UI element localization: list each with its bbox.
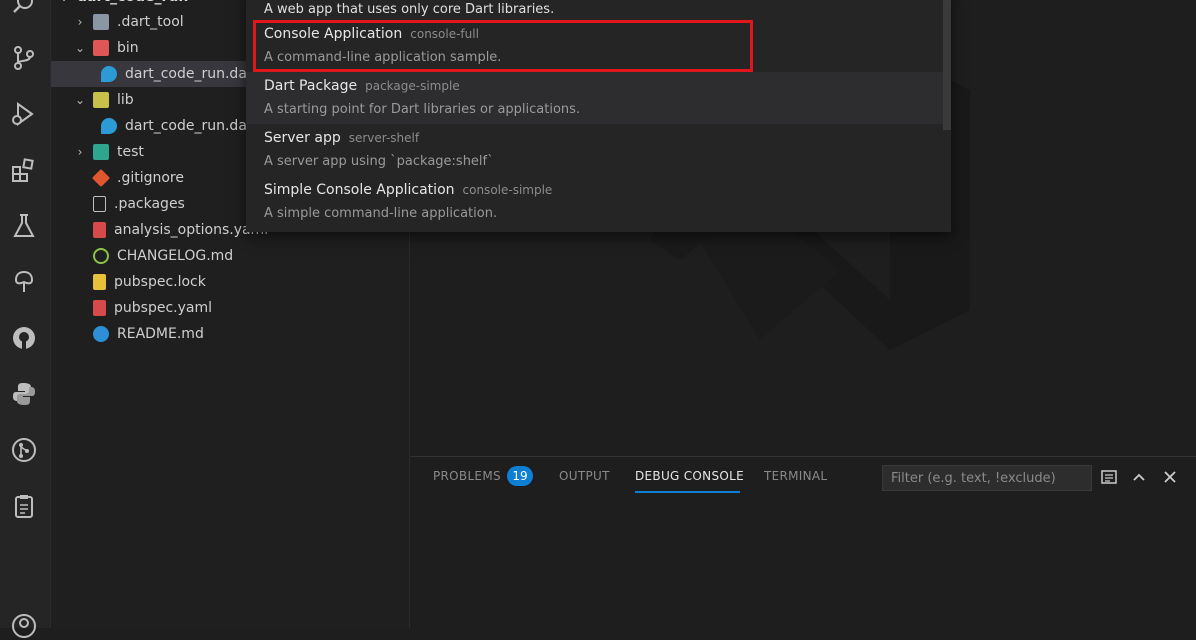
tab-output[interactable]: OUTPUT xyxy=(559,469,610,483)
tree-item-label: CHANGELOG.md xyxy=(117,248,234,264)
git-graph-icon[interactable] xyxy=(10,436,38,464)
changelog-file-icon xyxy=(93,248,109,264)
quick-pick-item-label: Simple Console Application console-simple xyxy=(264,182,552,198)
close-icon[interactable] xyxy=(1160,467,1180,487)
tree-item-label: dart_code_run xyxy=(77,0,188,5)
tab-terminal[interactable]: TERMINAL xyxy=(764,469,827,483)
tree-item-label: lib xyxy=(117,92,134,108)
tree-item-label: pubspec.lock xyxy=(114,274,206,290)
debug-console-filter-input[interactable]: Filter (e.g. text, !exclude) xyxy=(882,465,1092,491)
dart-file-icon xyxy=(101,66,117,82)
quick-pick-item-detail: package-simple xyxy=(365,79,460,93)
tab-problems[interactable]: PROBLEMS xyxy=(433,469,501,483)
yaml-file-icon xyxy=(93,300,106,316)
quick-pick-item-detail: server-shelf xyxy=(348,131,420,145)
problems-count-badge: 19 xyxy=(507,466,533,486)
folder-icon xyxy=(93,14,109,30)
quick-pick-item-server-app[interactable]: Server app server-shelf A server app usin… xyxy=(246,124,943,176)
quick-pick-item-title: Simple Console Application xyxy=(264,182,455,198)
tree-item-label: bin xyxy=(117,40,139,56)
tree-item-pubspec-yaml[interactable]: pubspec.yaml xyxy=(51,295,451,321)
quick-pick-item-description: A server app using `package:shelf` xyxy=(264,154,494,169)
tree-item-label: analysis_options.yaml xyxy=(114,222,269,238)
chevron-up-icon[interactable] xyxy=(1129,467,1149,487)
tree-item-readme[interactable]: README.md xyxy=(51,321,451,347)
active-tab-indicator xyxy=(635,491,740,493)
folder-bin-icon xyxy=(93,40,109,56)
tree-item-label: README.md xyxy=(117,326,204,342)
tree-item-label: pubspec.yaml xyxy=(114,300,212,316)
source-control-icon[interactable] xyxy=(10,44,38,72)
tree-item-changelog[interactable]: CHANGELOG.md xyxy=(51,243,451,269)
chevron-right-icon: › xyxy=(77,145,83,159)
quick-pick-item-title: Dart Package xyxy=(264,78,358,94)
quick-pick-item-simple-console-application[interactable]: Simple Console Application console-simple… xyxy=(246,176,943,228)
tree-item-pubspec-lock[interactable]: pubspec.lock xyxy=(51,269,451,295)
chevron-down-icon: ⌄ xyxy=(74,93,86,107)
quick-pick-item-title: Server app xyxy=(264,130,341,146)
quick-pick-item-label: Server app server-shelf xyxy=(264,130,419,146)
quick-pick-item-description: A simple command-line application. xyxy=(264,206,498,221)
search-icon[interactable] xyxy=(10,0,38,18)
folder-test-icon xyxy=(93,144,109,160)
yaml-file-icon xyxy=(93,222,106,238)
activity-bar xyxy=(0,0,51,638)
folder-lib-icon xyxy=(93,92,109,108)
python-icon[interactable] xyxy=(10,380,38,408)
file-icon xyxy=(93,196,106,212)
quick-pick-scrollbar[interactable] xyxy=(943,0,951,130)
chevron-down-icon: ⌄ xyxy=(74,41,86,55)
chevron-down-icon: ⌄ xyxy=(57,0,71,4)
dart-file-icon xyxy=(101,118,117,134)
git-file-icon xyxy=(91,168,111,188)
remote-explorer-icon[interactable] xyxy=(10,268,38,296)
lock-file-icon xyxy=(93,274,106,290)
quick-pick-item-description: A web app that uses only core Dart libra… xyxy=(264,2,555,17)
quick-pick-item-description: A starting point for Dart libraries or a… xyxy=(264,102,581,117)
extensions-icon[interactable] xyxy=(10,156,38,184)
quick-pick-item-dart-package[interactable]: Dart Package package-simple A starting po… xyxy=(246,72,943,124)
quick-pick-item-detail: console-simple xyxy=(462,183,553,197)
tree-item-label: test xyxy=(117,144,144,160)
clipboard-icon[interactable] xyxy=(10,492,38,520)
list-view-icon[interactable] xyxy=(1099,467,1119,487)
chevron-right-icon: › xyxy=(77,15,83,29)
tab-debug-console[interactable]: DEBUG CONSOLE xyxy=(635,469,744,483)
testing-icon[interactable] xyxy=(10,212,38,240)
highlight-annotation-box xyxy=(253,20,753,72)
github-icon[interactable] xyxy=(10,324,38,352)
quick-pick-item-label: Dart Package package-simple xyxy=(264,78,460,94)
tree-item-label: dart_code_run.dart xyxy=(125,118,259,134)
info-file-icon xyxy=(93,326,109,342)
tree-item-label: dart_code_run.dart xyxy=(125,66,259,82)
run-debug-icon[interactable] xyxy=(10,100,38,128)
tree-item-label: .packages xyxy=(114,196,185,212)
account-icon[interactable] xyxy=(10,612,38,640)
bottom-panel: PROBLEMS 19 OUTPUT DEBUG CONSOLE TERMINA… xyxy=(410,456,1196,629)
tree-item-label: .dart_tool xyxy=(117,14,184,30)
tree-item-label: .gitignore xyxy=(117,170,184,186)
